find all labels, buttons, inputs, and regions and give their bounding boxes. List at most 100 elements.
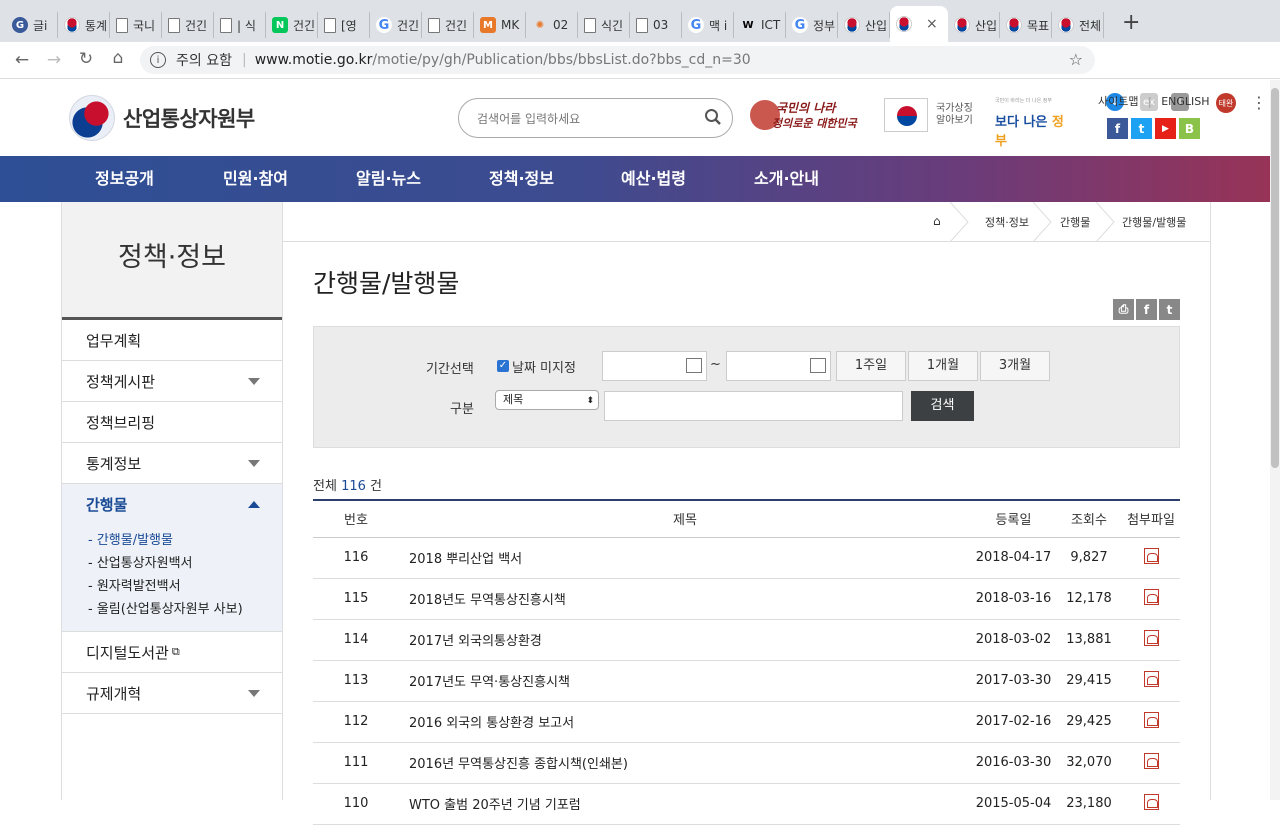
gnb-about[interactable]: 소개·안내 — [754, 156, 819, 202]
start-date-input[interactable] — [602, 351, 707, 381]
browser-tab[interactable]: ✺ 02 — [526, 12, 578, 38]
national-symbol-banner[interactable]: 국가상징 알아보기 — [884, 98, 973, 132]
submenu-item-nuclear-whitepaper[interactable]: - 원자력발전백서 — [88, 575, 282, 598]
sitemap-link[interactable]: 사이트맵 — [1098, 95, 1138, 108]
browser-tab[interactable]: W ICT — [734, 12, 786, 38]
table-row[interactable]: 111 2016년 무역통상진흥 종합시책(인쇄본) 2016-03-30 32,07… — [313, 742, 1180, 784]
cell-title-link[interactable]: WTO 출범 20주년 기념 기포럼 — [399, 783, 971, 825]
scrollbar-thumb[interactable] — [1271, 88, 1279, 468]
gnb-policy-info[interactable]: 정책·정보 — [489, 156, 554, 202]
browser-tab[interactable]: 통계 — [58, 12, 110, 38]
table-row[interactable]: 114 2017년 외국의통상환경 2018-03-02 13,881 — [313, 619, 1180, 661]
forward-icon[interactable]: → — [38, 50, 70, 70]
home-icon[interactable]: ⌂ — [933, 214, 941, 228]
browser-tab[interactable]: 건긴 — [422, 12, 474, 38]
browser-tab[interactable]: 산입 — [948, 12, 1000, 38]
browser-tab-active[interactable]: × — [890, 6, 948, 42]
national-slogan-banner[interactable]: 국민의 나라 정의로운 대한민국 — [750, 98, 864, 134]
sidebar-item-digital-library[interactable]: 디지털도서관 ⧉ — [62, 632, 282, 673]
browser-tab[interactable]: [영 — [318, 12, 370, 38]
table-row[interactable]: 113 2017년도 무역·통상진흥시책 2017-03-30 29,415 — [313, 660, 1180, 702]
gnb-civil-participation[interactable]: 민원·참여 — [223, 156, 288, 202]
browser-tab[interactable]: G 정부 — [786, 12, 838, 38]
period-1week-button[interactable]: 1주일 — [836, 351, 906, 381]
browser-tab[interactable]: G맥 i — [682, 12, 734, 38]
breadcrumb-policy-info[interactable]: 정책·정보 — [985, 214, 1029, 230]
back-icon[interactable]: ← — [6, 50, 38, 70]
facebook-icon[interactable]: f — [1107, 118, 1128, 139]
submenu-item-newsletter[interactable]: - 울림(산업통상자원부 사보) — [88, 598, 282, 621]
no-date-checkbox[interactable]: ✓ — [497, 360, 509, 372]
bookmark-star-icon[interactable]: ☆ — [1069, 50, 1083, 69]
period-1month-button[interactable]: 1개월 — [908, 351, 978, 381]
new-tab-icon[interactable]: + — [1122, 12, 1140, 34]
gnb-budget-law[interactable]: 예산·법령 — [621, 156, 686, 202]
pdf-icon[interactable] — [1143, 629, 1159, 646]
browser-tab[interactable]: 03 — [630, 12, 682, 38]
breadcrumb-publications[interactable]: 간행물 — [1060, 214, 1090, 230]
english-link[interactable]: ENGLISH — [1161, 95, 1209, 108]
calendar-icon[interactable] — [686, 358, 702, 373]
browser-tab[interactable]: M MK — [474, 12, 526, 38]
table-row[interactable]: 115 2018년도 무역통상진흥시책 2018-03-16 12,178 — [313, 578, 1180, 620]
home-icon[interactable]: ⌂ — [102, 48, 134, 68]
address-bar[interactable]: i 주의 요함 | www.motie.go.kr/motie/py/gh/Pu… — [140, 46, 1095, 74]
twitter-share-icon[interactable]: t — [1159, 299, 1180, 320]
cell-title-link[interactable]: 2018 뿌리산업 백서 — [399, 537, 971, 579]
print-icon[interactable]: ⎙ — [1113, 299, 1134, 320]
gnb-info-disclosure[interactable]: 정보공개 — [95, 156, 154, 202]
submenu-item-whitepaper[interactable]: - 산업통상자원백서 — [88, 552, 282, 575]
sidebar-item-statistics[interactable]: 통계정보 — [62, 443, 282, 484]
browser-tab[interactable]: 식긴 — [578, 12, 630, 38]
menu-icon[interactable]: ⋮ — [1250, 93, 1268, 112]
cell-title-link[interactable]: 2016 외국의 통상환경 보고서 — [399, 701, 971, 743]
pdf-icon[interactable] — [1143, 711, 1159, 728]
sidebar-item-policy-briefing[interactable]: 정책브리핑 — [62, 402, 282, 443]
close-tab-icon[interactable]: × — [926, 16, 938, 32]
cell-title-link[interactable]: 2017년 외국의통상환경 — [399, 619, 971, 661]
youtube-icon[interactable]: ▶ — [1155, 118, 1176, 139]
pdf-icon[interactable] — [1143, 752, 1159, 769]
table-row[interactable]: 112 2016 외국의 통상환경 보고서 2017-02-16 29,425 — [313, 701, 1180, 743]
reload-icon[interactable]: ↻ — [70, 49, 102, 69]
cell-title-link[interactable]: 2018년도 무역통상진흥시책 — [399, 578, 971, 620]
facebook-share-icon[interactable]: f — [1136, 299, 1157, 320]
period-3month-button[interactable]: 3개월 — [980, 351, 1050, 381]
browser-tab[interactable]: | 식 — [214, 12, 266, 38]
table-row[interactable]: 116 2018 뿌리산업 백서 2018-04-17 9,827 — [313, 537, 1180, 579]
twitter-icon[interactable]: t — [1131, 118, 1152, 139]
end-date-input[interactable] — [726, 351, 831, 381]
pdf-icon[interactable] — [1143, 547, 1159, 564]
profile-avatar[interactable]: 태완 — [1216, 93, 1236, 113]
info-icon[interactable]: i — [150, 52, 166, 68]
keyword-input[interactable] — [604, 391, 903, 421]
gnb-news[interactable]: 알림·뉴스 — [356, 156, 421, 202]
better-government-banner[interactable]: 국민이 바라는 더 나은 정부 보다 나은 정부 — [995, 97, 1075, 149]
table-row[interactable]: 110 WTO 출범 20주년 기념 기포럼 2015-05-04 23,180 — [313, 783, 1180, 825]
browser-tab[interactable]: 국니 — [110, 12, 162, 38]
pdf-icon[interactable] — [1143, 588, 1159, 605]
pdf-icon[interactable] — [1143, 793, 1159, 810]
sidebar-item-publications[interactable]: 간행물 — [62, 484, 282, 525]
browser-tab[interactable]: G 글i — [6, 12, 58, 38]
submenu-item-publications[interactable]: - 간행물/발행물 — [88, 529, 282, 552]
calendar-icon[interactable] — [810, 358, 826, 373]
browser-tab[interactable]: 건긴 — [162, 12, 214, 38]
pdf-icon[interactable] — [1143, 670, 1159, 687]
browser-tab[interactable]: G 건긴 — [370, 12, 422, 38]
browser-tab[interactable]: N 건긴 — [266, 12, 318, 38]
browser-tab[interactable]: 전체 — [1052, 12, 1104, 38]
cell-title-link[interactable]: 2016년 무역통상진흥 종합시책(인쇄본) — [399, 742, 971, 784]
page-scrollbar[interactable] — [1270, 80, 1280, 800]
search-icon[interactable] — [704, 108, 722, 126]
browser-tab[interactable]: 산입 — [838, 12, 890, 38]
browser-tab[interactable]: 목표 — [1000, 12, 1052, 38]
sidebar-item-regulation[interactable]: 규제개혁 — [62, 673, 282, 714]
sidebar-item-work-plan[interactable]: 업무계획 — [62, 320, 282, 361]
sidebar-item-policy-board[interactable]: 정책게시판 — [62, 361, 282, 402]
search-button[interactable]: 검색 — [911, 391, 974, 421]
blog-icon[interactable]: B — [1179, 118, 1200, 139]
cell-title-link[interactable]: 2017년도 무역·통상진흥시책 — [399, 660, 971, 702]
site-search-input[interactable]: 검색어를 입력하세요 — [458, 98, 733, 138]
site-logo[interactable]: 산업통상자원부 — [69, 95, 255, 141]
